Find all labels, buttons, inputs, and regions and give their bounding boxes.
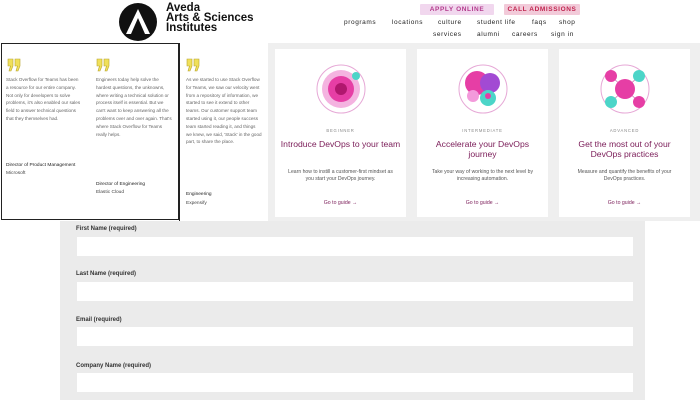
nav-link-locations[interactable]: locations [392,19,423,26]
company-name-field[interactable] [77,373,633,392]
last-name-field[interactable] [77,282,633,301]
call-admissions-button[interactable]: CALL ADMISSIONS [504,4,580,15]
card-title: Get the most out of your DevOps practice… [578,139,671,159]
card-title: Accelerate your DevOps journey [435,139,530,159]
nav-link-faqs[interactable]: faqs [532,19,547,26]
testimonial-company: Elastic Cloud [96,190,124,195]
aveda-logo-icon[interactable] [119,3,157,41]
nav-link-sign-in[interactable]: sign in [551,31,574,38]
guide-card-intermediate[interactable]: INTERMEDIATE Accelerate your DevOps jour… [417,49,548,217]
testimonials-section: Stack Overflow for Teams has been a reso… [0,43,268,221]
last-name-label: Last Name (required) [76,271,137,277]
testimonial-quote: Stack Overflow for Teams has been a reso… [6,77,81,121]
first-name-field[interactable] [77,237,633,256]
nav-link-alumni[interactable]: alumni [477,31,500,38]
card-title: Introduce DevOps to your team [280,139,401,149]
email-label: Email (required) [76,317,122,323]
testimonial-card: As we started to use Stack Overflow for … [180,43,268,221]
quote-icon [186,58,200,72]
nav-link-culture[interactable]: culture [438,19,462,26]
testimonial-role: Engineering [186,192,212,197]
testimonial-card: Engineers today help solve the hardest q… [90,43,180,221]
quote-icon [96,58,110,72]
testimonial-company: Expensify [186,201,207,206]
card-description: Take your way of working to the next lev… [431,169,534,183]
card-description: Learn how to instill a customer-first mi… [288,169,393,183]
go-to-guide-link[interactable]: Go to guide → [559,200,690,206]
guide-card-beginner[interactable]: BEGINNER Introduce DevOps to your team L… [275,49,406,217]
email-field[interactable] [77,327,633,346]
card-level: INTERMEDIATE [462,128,503,133]
testimonial-card: Stack Overflow for Teams has been a reso… [0,43,90,221]
guide-card-advanced[interactable]: ADVANCED Get the most out of your DevOps… [559,49,690,217]
testimonial-role: Director of Product Management [6,163,76,168]
nav-link-careers[interactable]: careers [512,31,538,38]
go-to-guide-link[interactable]: Go to guide → [417,200,548,206]
quote-icon [7,58,21,72]
company-name-label: Company Name (required) [76,363,152,369]
testimonial-quote: As we started to use Stack Overflow for … [186,77,262,145]
card-description: Measure and quantify the benefits of you… [577,169,672,183]
circles-illustration-icon [458,64,508,114]
first-name-label: First Name (required) [76,226,137,232]
brand-name[interactable]: Aveda Arts & Sciences Institutes [166,2,254,34]
go-to-guide-link[interactable]: Go to guide → [275,200,406,206]
nav-link-services[interactable]: services [433,31,462,38]
testimonial-company: Microsoft [6,171,26,176]
brand-line-3: Institutes [166,22,218,34]
network-illustration-icon [600,64,650,114]
contact-form: First Name (required) Last Name (require… [60,221,645,400]
nav-link-student-life[interactable]: student life [477,19,516,26]
target-illustration-icon [316,64,366,114]
card-level: BEGINNER [326,128,355,133]
testimonial-quote: Engineers today help solve the hardest q… [96,77,172,137]
card-level: ADVANCED [609,128,640,133]
devops-guides-section: BEGINNER Introduce DevOps to your team L… [268,43,700,221]
site-header: Aveda Arts & Sciences Institutes APPLY O… [0,0,700,44]
apply-online-button[interactable]: APPLY ONLINE [420,4,494,15]
nav-link-shop[interactable]: shop [559,19,576,26]
nav-link-programs[interactable]: programs [344,19,376,26]
testimonial-role: Director of Engineering [96,182,146,187]
